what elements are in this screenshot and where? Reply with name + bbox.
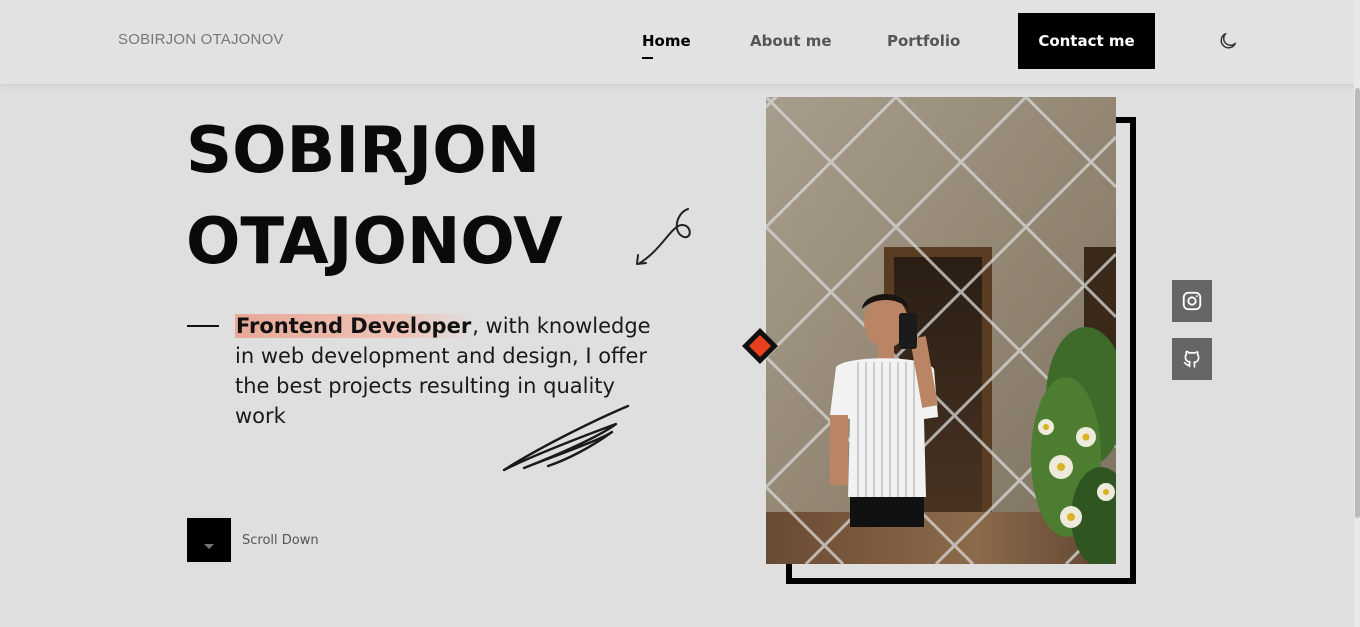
hero-title-first-name: SOBIRJON <box>186 114 541 188</box>
chevron-down-icon <box>204 544 214 549</box>
contact-me-button[interactable]: Contact me <box>1018 13 1155 69</box>
instagram-icon <box>1182 291 1202 311</box>
orange-diamond-decoration <box>742 328 778 364</box>
nav-home[interactable]: Home <box>642 32 691 59</box>
role-highlight: Frontend Developer <box>235 314 473 338</box>
moon-icon[interactable] <box>1217 30 1239 52</box>
profile-photo <box>766 97 1116 564</box>
scribble-decoration <box>502 404 630 472</box>
page: SOBIRJON OTAJONOV Home About me Portfoli… <box>0 0 1360 627</box>
hero-title-last-name: OTAJONOV <box>186 205 563 279</box>
scrollbar-thumb[interactable] <box>1355 88 1360 518</box>
brand-logo[interactable]: SOBIRJON OTAJONOV <box>118 31 284 48</box>
github-icon <box>1183 350 1200 368</box>
nav-about-me[interactable]: About me <box>750 32 832 50</box>
site-header: SOBIRJON OTAJONOV Home About me Portfoli… <box>0 0 1360 84</box>
nav-portfolio[interactable]: Portfolio <box>887 32 960 50</box>
curly-arrow-icon <box>636 208 691 265</box>
description-dash <box>187 325 219 327</box>
scrollbar-track[interactable] <box>1354 0 1360 627</box>
hero-title: SOBIRJON OTAJONOV <box>186 106 563 288</box>
scroll-down-label[interactable]: Scroll Down <box>242 533 319 548</box>
github-button[interactable] <box>1172 338 1212 380</box>
instagram-button[interactable] <box>1172 280 1212 322</box>
scroll-down-button[interactable] <box>187 518 231 562</box>
